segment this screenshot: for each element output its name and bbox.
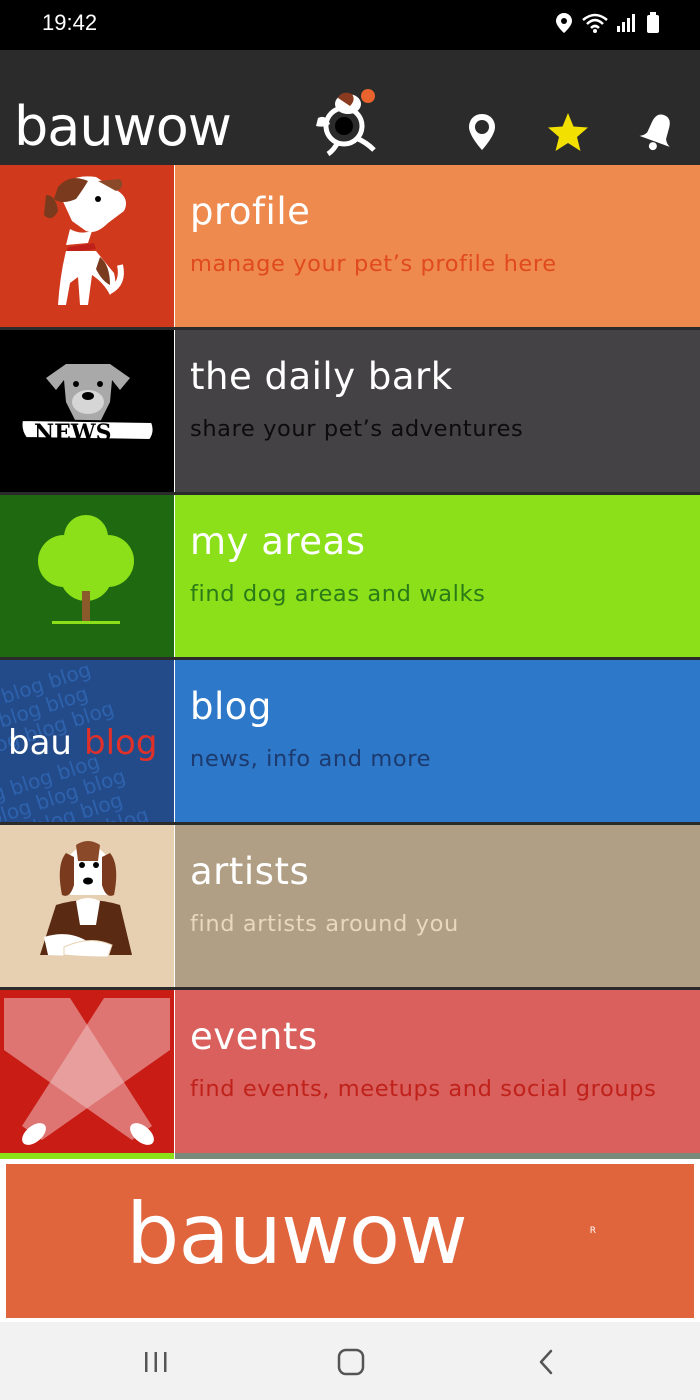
bell-icon[interactable] xyxy=(636,110,680,154)
daily-bark-tile: NEWS xyxy=(0,330,174,493)
menu-item-blog[interactable]: blog blog blog blog blog blog blog blog … xyxy=(0,660,700,823)
artists-content: artists find artists around you xyxy=(175,825,700,988)
my-areas-content: my areas find dog areas and walks xyxy=(175,495,700,658)
blog-icon: blog blog blog blog blog blog blog blog … xyxy=(0,660,157,823)
star-icon[interactable] xyxy=(546,110,590,154)
app-logo: bauwow xyxy=(14,95,232,158)
menu-title-blog: blog xyxy=(190,685,272,728)
signal-icon xyxy=(617,14,635,32)
registered-mark: R xyxy=(589,1226,596,1236)
artist-dog-icon xyxy=(40,841,132,958)
recent-apps-icon[interactable] xyxy=(136,1346,176,1378)
daily-bark-content: the daily bark share your pet’s adventur… xyxy=(175,330,700,493)
system-nav-bar xyxy=(0,1322,700,1400)
news-label: NEWS xyxy=(34,420,111,446)
blog-content: blog news, info and more xyxy=(175,660,700,823)
menu-title-events: events xyxy=(190,1015,318,1058)
status-bar: 19:42 xyxy=(0,0,700,50)
location-status-icon xyxy=(556,13,572,33)
menu-subtitle-blog: news, info and more xyxy=(190,746,432,772)
dog-icon xyxy=(44,176,126,305)
menu-subtitle-my-areas: find dog areas and walks xyxy=(190,581,486,607)
next-tile-peek xyxy=(0,1153,174,1159)
app-bar: bauwow xyxy=(0,50,700,165)
profile-content: profile manage your pet’s profile here xyxy=(175,165,700,328)
menu-item-my-areas[interactable]: my areas find dog areas and walks xyxy=(0,495,700,658)
menu-subtitle-artists: find artists around you xyxy=(190,911,459,937)
battery-icon xyxy=(647,12,659,33)
profile-tile xyxy=(0,165,174,328)
my-areas-tile xyxy=(0,495,174,658)
tree-icon xyxy=(38,515,134,624)
menu-subtitle-profile: manage your pet’s profile here xyxy=(190,251,557,277)
home-icon[interactable] xyxy=(331,1346,371,1378)
wifi-icon xyxy=(582,13,608,33)
next-row-peek xyxy=(175,1153,700,1159)
menu-title-artists: artists xyxy=(190,850,310,893)
menu-item-artists[interactable]: artists find artists around you xyxy=(0,825,700,988)
banner-ad[interactable]: bauwow R xyxy=(6,1164,694,1318)
spotlight-icon xyxy=(4,998,170,1145)
back-icon[interactable] xyxy=(527,1346,567,1378)
status-time: 19:42 xyxy=(42,10,98,35)
menu-subtitle-daily-bark: share your pet’s adventures xyxy=(190,416,524,442)
blog-blog-text: blog xyxy=(84,723,157,763)
artists-tile xyxy=(0,825,174,988)
menu-item-events[interactable]: events find events, meetups and social g… xyxy=(0,990,700,1153)
status-icons xyxy=(554,12,660,34)
menu-item-daily-bark[interactable]: NEWS the daily bark share your pet’s adv… xyxy=(0,330,700,493)
mascot-dog-icon xyxy=(316,89,376,157)
menu-title-my-areas: my areas xyxy=(190,520,366,563)
menu-item-profile[interactable]: profile manage your pet’s profile here xyxy=(0,165,700,328)
menu-subtitle-events: find events, meetups and social groups xyxy=(190,1076,657,1102)
blog-tile: blog blog blog blog blog blog blog blog … xyxy=(0,660,174,823)
events-tile xyxy=(0,990,174,1153)
events-content: events find events, meetups and social g… xyxy=(175,990,700,1153)
menu-title-daily-bark: the daily bark xyxy=(190,355,453,398)
news-dog-icon: NEWS xyxy=(20,364,155,446)
blog-bau-text: bau xyxy=(8,723,72,763)
menu-title-profile: profile xyxy=(190,190,311,233)
banner-logo: bauwow xyxy=(126,1185,468,1283)
map-pin-icon[interactable] xyxy=(460,110,504,154)
